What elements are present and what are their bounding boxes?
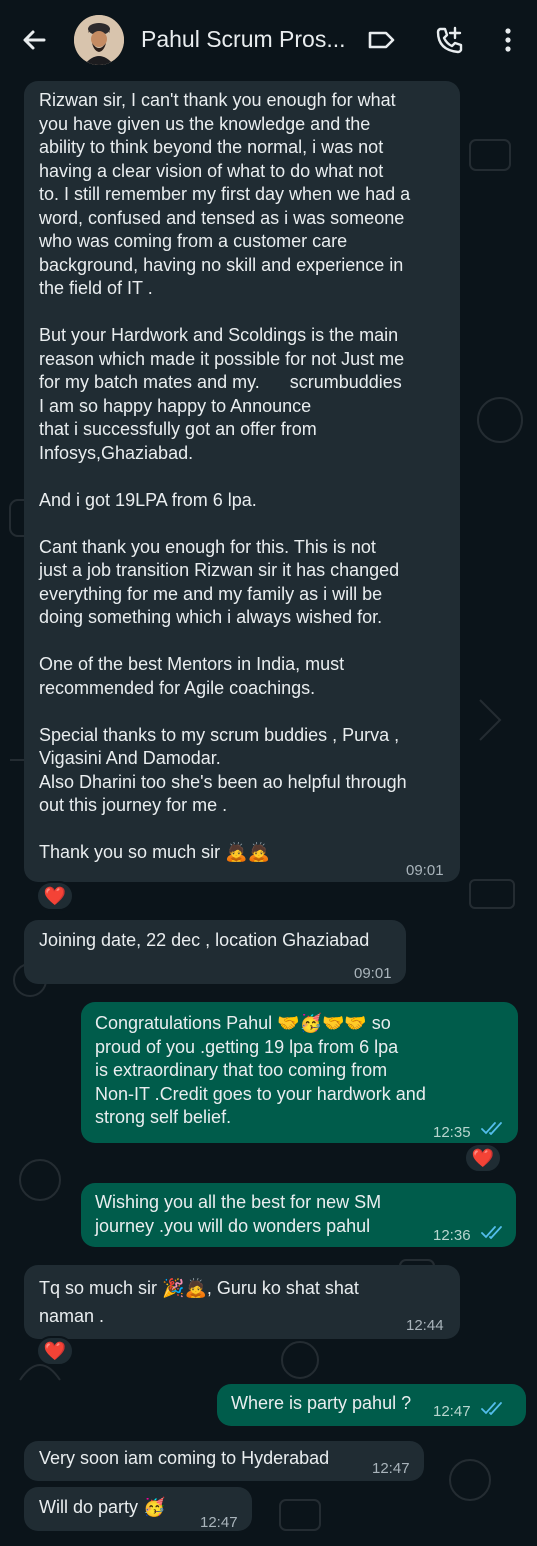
- message-bubble-outgoing[interactable]: Congratulations Pahul 🤝🥳🤝🤝 so proud of y…: [81, 1002, 518, 1143]
- message-bubble-incoming[interactable]: Will do party 🥳 12:47: [24, 1487, 252, 1531]
- heart-reaction[interactable]: ❤️: [36, 1336, 74, 1366]
- heart-reaction[interactable]: ❤️: [464, 1143, 502, 1173]
- read-ticks-icon: [481, 1122, 502, 1135]
- chat-header: Pahul Scrum Pros...: [0, 0, 537, 78]
- message-time: 12:36: [433, 1227, 471, 1244]
- message-bubble-outgoing[interactable]: Where is party pahul ? 12:47: [217, 1384, 526, 1426]
- message-bubble-incoming[interactable]: Rizwan sir, I can't thank you enough for…: [24, 81, 460, 882]
- arrow-left-icon[interactable]: [18, 24, 50, 56]
- message-bubble-incoming[interactable]: Very soon iam coming to Hyderabad 12:47: [24, 1441, 424, 1481]
- message-time: 09:01: [406, 862, 444, 879]
- message-text: Joining date, 22 dec , location Ghaziaba…: [39, 930, 370, 950]
- message-time: 12:47: [372, 1460, 410, 1477]
- add-call-icon[interactable]: [433, 24, 465, 56]
- message-time: 12:47: [433, 1403, 471, 1420]
- message-time: 12:44: [406, 1317, 444, 1334]
- read-ticks-icon: [481, 1226, 502, 1239]
- message-text: Rizwan sir, I can't thank you enough for…: [39, 90, 411, 862]
- message-text: Congratulations Pahul 🤝🥳🤝🤝 so proud of y…: [95, 1013, 426, 1127]
- message-text: Tq so much sir 🎉🙇, Guru ko shat shat nam…: [39, 1278, 359, 1326]
- more-vertical-icon[interactable]: [492, 24, 524, 56]
- avatar-person-icon: [74, 15, 124, 65]
- message-bubble-incoming[interactable]: Joining date, 22 dec , location Ghaziaba…: [24, 920, 406, 984]
- message-text: Where is party pahul ?: [231, 1393, 412, 1413]
- label-tag-icon[interactable]: [365, 24, 397, 56]
- chat-title[interactable]: Pahul Scrum Pros...: [141, 26, 351, 53]
- avatar[interactable]: [74, 15, 124, 65]
- heart-icon: ❤️: [471, 1147, 495, 1168]
- message-text: Very soon iam coming to Hyderabad: [39, 1448, 330, 1468]
- message-time: 12:47: [200, 1514, 238, 1531]
- message-bubble-outgoing[interactable]: Wishing you all the best for new SM jour…: [81, 1183, 516, 1247]
- message-time: 09:01: [354, 965, 392, 982]
- read-ticks-icon: [481, 1402, 502, 1415]
- message-text: Will do party 🥳: [39, 1497, 166, 1517]
- message-text: Wishing you all the best for new SM jour…: [95, 1192, 382, 1236]
- heart-reaction[interactable]: ❤️: [36, 881, 74, 911]
- heart-icon: ❤️: [43, 1340, 67, 1361]
- heart-icon: ❤️: [43, 885, 67, 906]
- message-bubble-incoming[interactable]: Tq so much sir 🎉🙇, Guru ko shat shat nam…: [24, 1265, 460, 1339]
- message-time: 12:35: [433, 1124, 471, 1141]
